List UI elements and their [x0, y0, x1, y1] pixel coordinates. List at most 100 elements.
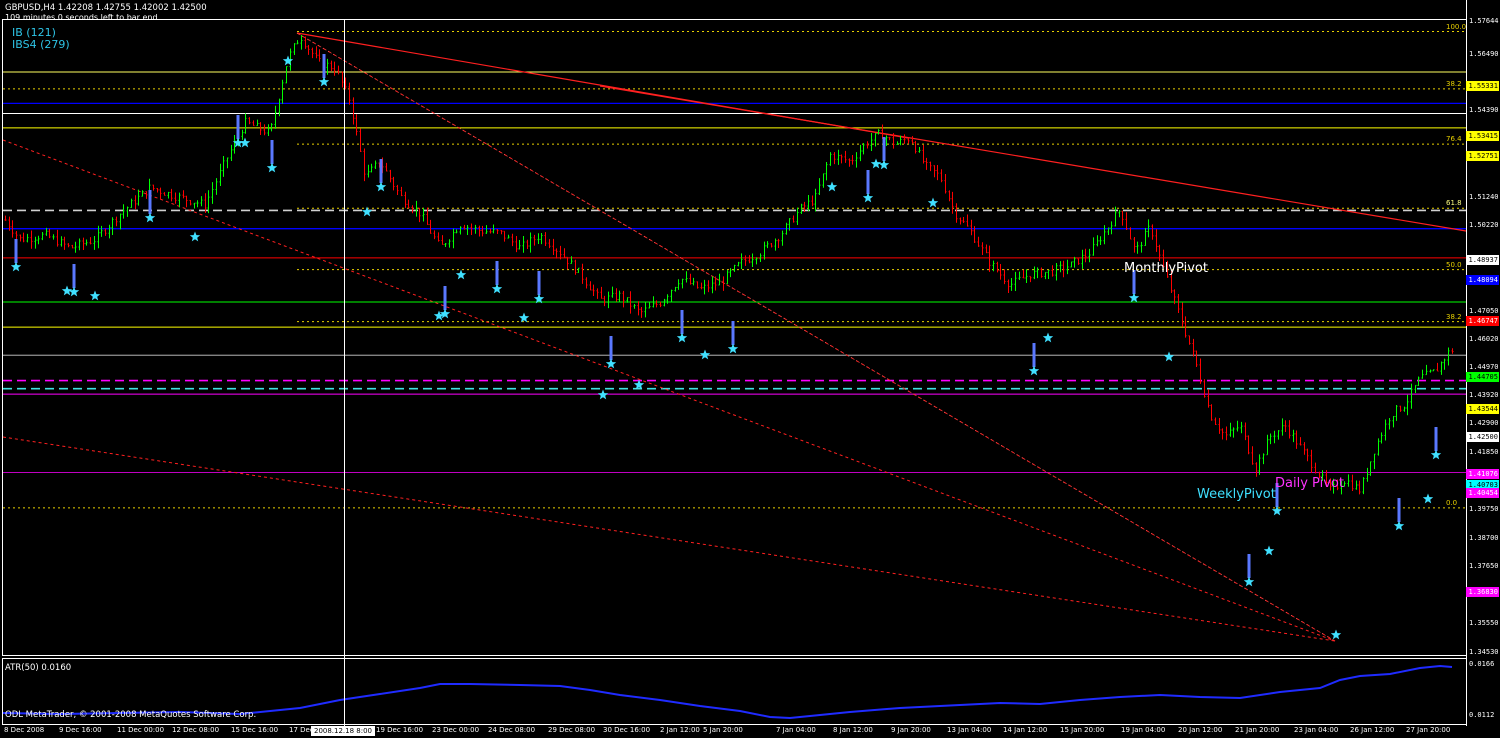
inside-bar — [270, 140, 274, 164]
price-tick-label: 1.42900 — [1469, 419, 1499, 427]
time-tick-label: 19 Dec 16:00 — [376, 726, 424, 734]
star-marker — [597, 389, 609, 400]
atr-bottom-value: 0.0112 — [1469, 711, 1495, 719]
star-marker — [239, 137, 251, 148]
time-tick-label: 13 Jan 04:00 — [947, 726, 992, 734]
time-tick-label: 17 Dec — [289, 726, 314, 734]
time-tick-label: 26 Jan 12:00 — [1350, 726, 1395, 734]
fibo-fan-line — [2, 139, 1336, 642]
star-marker — [10, 261, 22, 272]
time-tick-label: 23 Jan 04:00 — [1294, 726, 1339, 734]
time-tick-label: 9 Dec 16:00 — [59, 726, 102, 734]
star-marker — [439, 308, 451, 319]
time-tick-label: 12 Dec 08:00 — [172, 726, 220, 734]
time-tick-label: 19 Jan 04:00 — [1121, 726, 1166, 734]
time-tick-label: 7 Jan 04:00 — [776, 726, 816, 734]
time-tick-label: 21 Jan 20:00 — [1235, 726, 1280, 734]
trendline — [599, 85, 1467, 232]
fibo-level-label: 76.4 — [1446, 135, 1462, 144]
price-tick-label: 1.46020 — [1469, 335, 1499, 343]
time-tick-label: 15 Dec 16:00 — [231, 726, 279, 734]
fibo-level-label: 61.8 — [1446, 199, 1462, 208]
price-tick-label: 1.35550 — [1469, 619, 1499, 627]
star-marker — [826, 181, 838, 192]
inside-bar — [443, 286, 447, 310]
price-line-label: 1.48937 — [1466, 255, 1499, 265]
time-tick-label: 24 Dec 08:00 — [488, 726, 536, 734]
ib-indicator-label: IB (121) — [12, 26, 56, 39]
atr-top-value: 0.0166 — [1469, 660, 1495, 668]
price-tick-label: 1.41850 — [1469, 448, 1499, 456]
inside-bar — [322, 54, 326, 78]
star-marker — [927, 197, 939, 208]
price-tick-label: 1.51240 — [1469, 193, 1499, 201]
inside-bar — [495, 261, 499, 285]
price-tick-label: 1.38700 — [1469, 534, 1499, 542]
price-line-label: 1.48094 — [1466, 275, 1499, 285]
chart-canvas[interactable] — [0, 0, 1500, 738]
inside-bar — [731, 321, 735, 345]
price-line-label: 1.46747 — [1466, 316, 1499, 326]
fibo-fan-line — [2, 436, 1336, 642]
star-marker — [518, 312, 530, 323]
price-line-label: 1.53415 — [1466, 131, 1499, 141]
price-line-label: 1.52751 — [1466, 151, 1499, 161]
price-tick-label: 1.47050 — [1469, 307, 1499, 315]
inside-bar — [1434, 427, 1438, 451]
time-tick-label: 2 Jan 12:00 — [660, 726, 700, 734]
star-marker — [1422, 493, 1434, 504]
star-marker — [491, 283, 503, 294]
star-marker — [1330, 629, 1342, 640]
time-tick-label: 15 Jan 20:00 — [1060, 726, 1105, 734]
time-tick-label: 23 Dec 00:00 — [432, 726, 480, 734]
time-tick-label: 8 Jan 12:00 — [833, 726, 873, 734]
inside-bar — [236, 115, 240, 139]
star-marker — [1263, 545, 1275, 556]
inside-bar — [537, 271, 541, 295]
price-line-label: 1.44705 — [1466, 372, 1499, 382]
symbol-ohlc-header: GBPUSD,H4 1.42208 1.42755 1.42002 1.4250… — [5, 3, 207, 13]
price-line-label: 1.42500 — [1466, 432, 1499, 442]
cursor-time-label: 2008.12.18 8:00 — [311, 726, 375, 736]
ibs-star-markers — [10, 54, 1442, 640]
time-tick-label: 5 Jan 20:00 — [703, 726, 743, 734]
price-line-label: 1.41076 — [1466, 469, 1499, 479]
inside-bar — [1032, 343, 1036, 367]
star-marker — [282, 55, 294, 66]
bar-timer: 109 minutes 0 seconds left to bar end — [5, 13, 158, 22]
star-marker — [699, 349, 711, 360]
star-marker — [455, 269, 467, 280]
star-marker — [1163, 351, 1175, 362]
ibs4-indicator-label: IBS4 (279) — [12, 38, 70, 51]
fibo-level-label: 50.0 — [1446, 260, 1462, 269]
star-marker — [1128, 292, 1140, 303]
price-line-label: 1.36830 — [1466, 587, 1499, 597]
fibo-level-label: 38.2 — [1446, 79, 1462, 88]
star-marker — [605, 358, 617, 369]
star-marker — [89, 290, 101, 301]
price-line-label: 1.55331 — [1466, 81, 1499, 91]
price-line-label: 1.43544 — [1466, 404, 1499, 414]
fibo-level-label: 100.0 — [1446, 22, 1467, 31]
star-marker — [1243, 576, 1255, 587]
atr-label: ATR(50) 0.0160 — [5, 663, 72, 673]
star-marker — [144, 212, 156, 223]
star-marker — [189, 231, 201, 242]
fibo-level-label: 38.2 — [1446, 312, 1462, 321]
inside-bar — [609, 336, 613, 360]
inside-bar — [148, 190, 152, 214]
price-line-label: 1.40454 — [1466, 488, 1499, 498]
inside-bar — [866, 170, 870, 194]
time-tick-label: 20 Jan 12:00 — [1178, 726, 1223, 734]
price-tick-label: 1.50220 — [1469, 221, 1499, 229]
inside-bar — [1247, 554, 1251, 578]
star-marker — [375, 181, 387, 192]
star-marker — [862, 192, 874, 203]
inside-bar — [882, 137, 886, 161]
time-tick-label: 11 Dec 00:00 — [117, 726, 165, 734]
daily-pivot-label: Daily Pivot — [1275, 476, 1344, 491]
price-tick-label: 1.34530 — [1469, 648, 1499, 656]
price-tick-label: 1.43920 — [1469, 391, 1499, 399]
inside-bar — [379, 159, 383, 183]
star-marker — [1042, 332, 1054, 343]
